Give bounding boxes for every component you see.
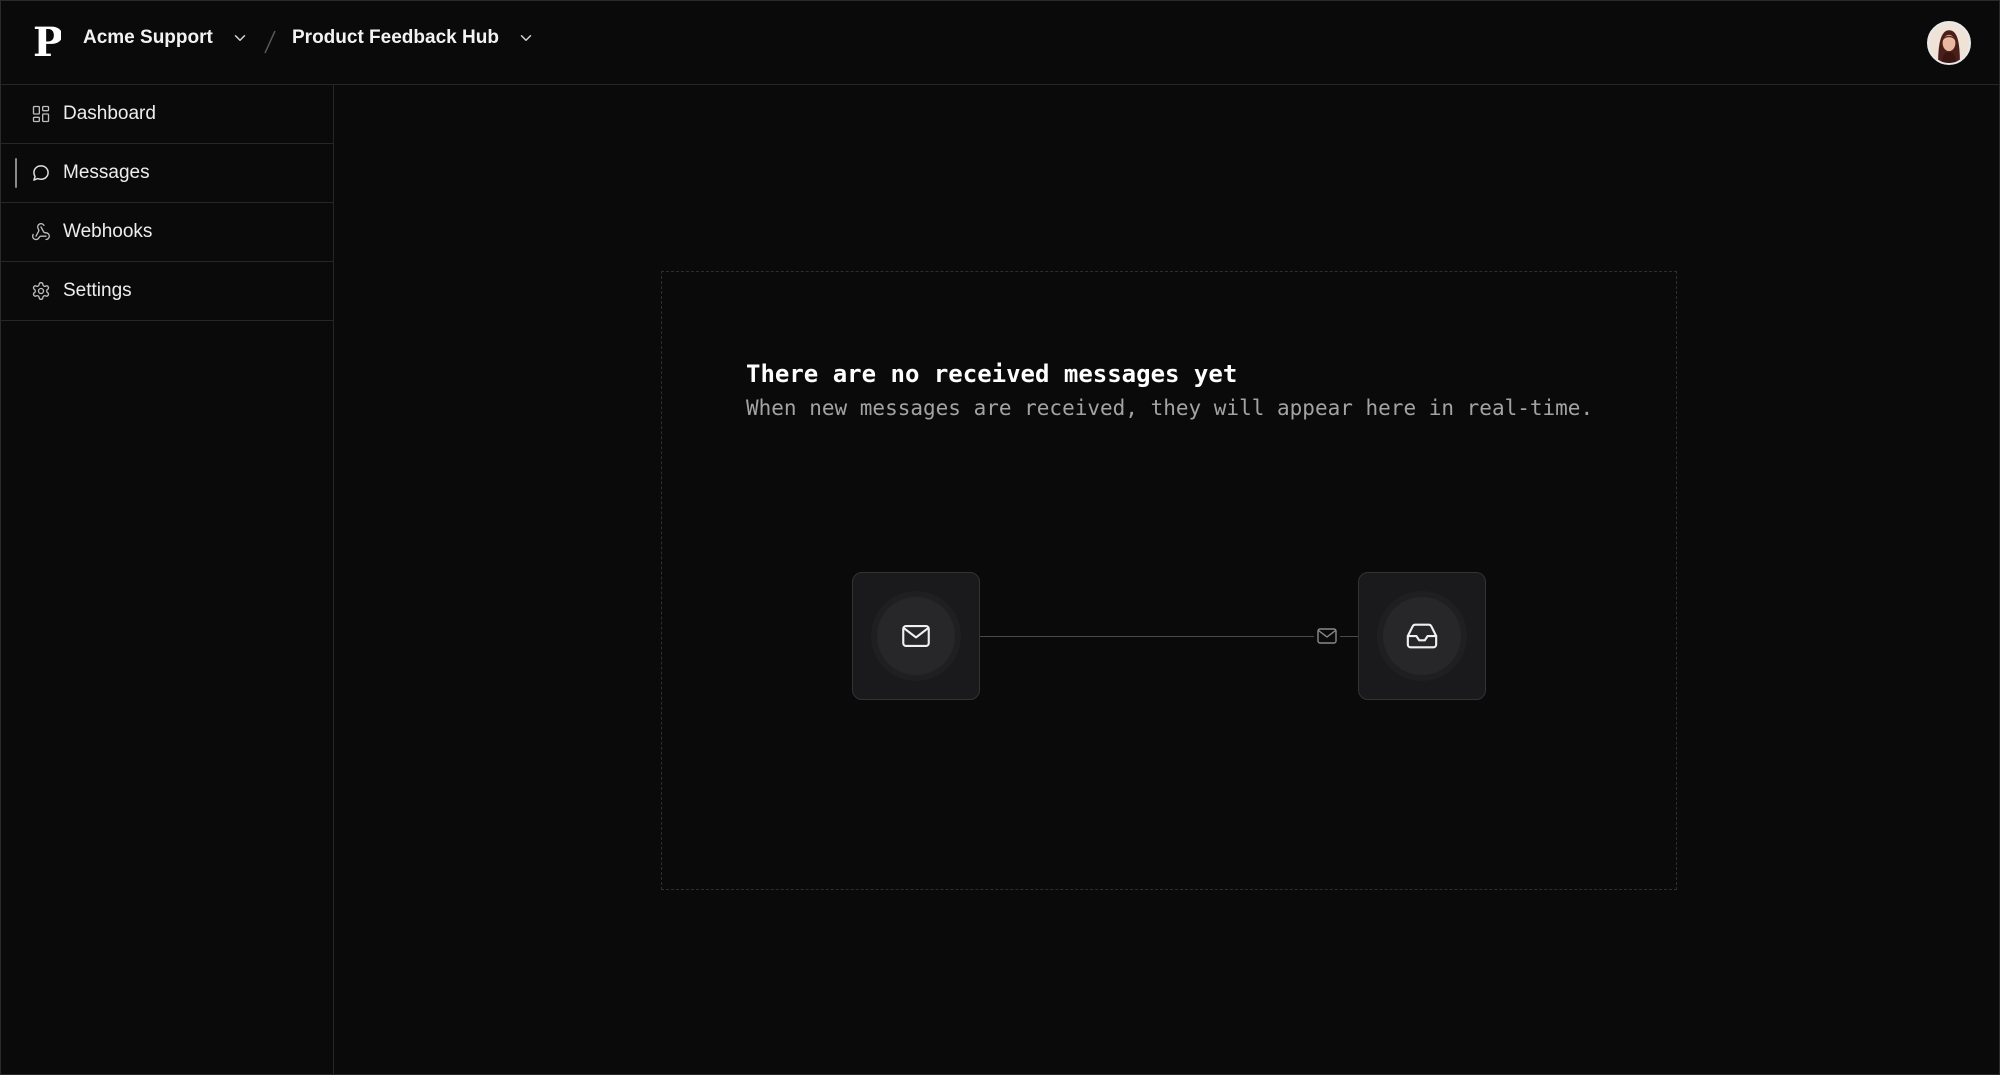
sidebar-item-label: Messages [63, 162, 150, 183]
sidebar-item-label: Settings [63, 280, 132, 301]
svg-text:P: P [33, 23, 61, 61]
gear-icon [32, 282, 50, 300]
user-avatar[interactable] [1927, 21, 1971, 65]
empty-state-panel: There are no received messages yet When … [661, 271, 1677, 890]
sender-node [852, 572, 980, 700]
project-name: Product Feedback Hub [292, 27, 499, 48]
flow-connector-line [980, 636, 1358, 637]
logo-icon[interactable]: P [33, 23, 61, 61]
org-switcher[interactable]: Acme Support [83, 27, 249, 49]
top-bar: P Acme Support Product Feedback Hub [1, 1, 1999, 85]
receiver-node-ring [1383, 597, 1461, 675]
sidebar-item-messages[interactable]: Messages [1, 144, 333, 203]
mail-icon [902, 625, 930, 647]
sidebar-item-webhooks[interactable]: Webhooks [1, 203, 333, 262]
chevron-down-icon [234, 35, 246, 41]
mail-icon [1317, 628, 1337, 644]
breadcrumb-separator [264, 30, 276, 54]
message-icon [33, 165, 49, 181]
inbox-icon [1406, 623, 1438, 649]
receiver-node [1358, 572, 1486, 700]
project-switcher[interactable]: Product Feedback Hub [292, 27, 535, 49]
sidebar-item-dashboard[interactable]: Dashboard [1, 85, 333, 144]
app-window: P Acme Support Product Feedback Hub Dash… [0, 0, 2000, 1075]
dashboard-icon [32, 105, 50, 123]
org-name: Acme Support [83, 27, 213, 48]
webhook-icon [31, 223, 50, 241]
in-transit-mail-icon-wrap [1314, 624, 1340, 648]
empty-state-title: There are no received messages yet [746, 360, 1238, 388]
sender-node-ring [877, 597, 955, 675]
avatar-image [1929, 23, 1969, 63]
chevron-down-icon [520, 35, 532, 41]
empty-state-description: When new messages are received, they wil… [746, 396, 1594, 420]
sidebar-item-settings[interactable]: Settings [1, 262, 333, 321]
sidebar: Dashboard Messages Webhooks Settings [1, 85, 334, 1075]
sidebar-item-label: Webhooks [63, 221, 153, 242]
sidebar-item-label: Dashboard [63, 103, 156, 124]
